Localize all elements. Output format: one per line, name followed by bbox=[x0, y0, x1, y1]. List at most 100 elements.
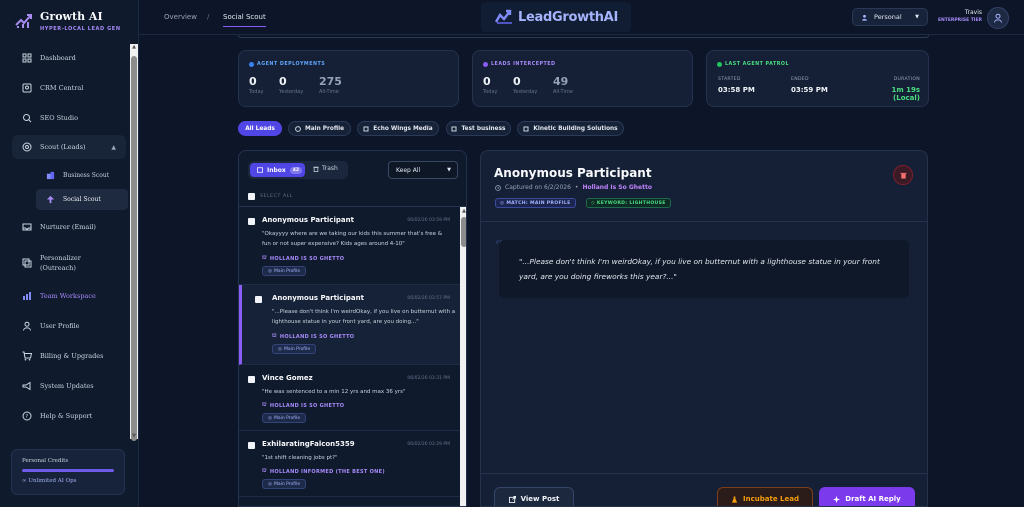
card-title-text: LAST AGENT PATROL bbox=[725, 62, 790, 67]
lead-quote: "...Please don't think I'm weirdOkay, if… bbox=[499, 240, 909, 298]
sidebar-subitem-business-scout[interactable]: Business Scout bbox=[36, 165, 128, 186]
item-checkbox[interactable] bbox=[248, 376, 255, 383]
collapsed-panel-edge bbox=[238, 35, 929, 38]
user-name: Travis bbox=[964, 9, 982, 16]
detail-group[interactable]: Holland Is So Ghetto bbox=[582, 184, 652, 191]
select-all-row[interactable]: SELECT ALL bbox=[248, 193, 293, 200]
scrollbar-thumb[interactable] bbox=[461, 217, 466, 247]
select-all-label: SELECT ALL bbox=[260, 194, 294, 199]
stat-yesterday: 0 Yesterday bbox=[513, 75, 537, 95]
sidebar-item-system-updates[interactable]: System Updates bbox=[12, 374, 126, 398]
item-checkbox[interactable] bbox=[255, 296, 262, 303]
sidebar-item-help-support[interactable]: ? Help & Support bbox=[12, 404, 126, 428]
logo-text: LeadGrowthAI bbox=[518, 9, 618, 25]
trash-icon bbox=[313, 166, 319, 172]
sidebar-item-dashboard[interactable]: Dashboard bbox=[12, 46, 126, 70]
stat-value: 0 bbox=[483, 75, 491, 88]
item-checkbox[interactable] bbox=[248, 442, 255, 449]
cart-icon bbox=[22, 351, 32, 361]
scrollbar-thumb[interactable] bbox=[131, 56, 137, 441]
account-selector[interactable]: Personal ▼ bbox=[852, 8, 928, 26]
incubate-lead-button[interactable]: Incubate Lead bbox=[717, 487, 813, 506]
sidebar-item-crm-central[interactable]: CRM Central bbox=[12, 76, 126, 100]
sidebar-item-team-workspace[interactable]: Team Workspace bbox=[12, 284, 126, 308]
scroll-down-icon[interactable]: ▼ bbox=[131, 433, 137, 439]
sidebar-item-nurturer-email[interactable]: Nurturer (Email) bbox=[12, 215, 126, 239]
breadcrumb-overview[interactable]: Overview bbox=[164, 13, 197, 21]
filter-echo-wings-media[interactable]: Echo Wings Media bbox=[357, 121, 439, 136]
list-item[interactable]: Vince Gomez 06/02/26 03:31 PM "He was se… bbox=[239, 365, 460, 431]
filter-label: Main Profile bbox=[304, 125, 345, 132]
item-profile-label: Main Profile bbox=[273, 268, 301, 274]
filter-label: Test business bbox=[461, 125, 506, 132]
keep-filter-select[interactable]: Keep All ▼ bbox=[388, 161, 458, 179]
target-icon: ◎ bbox=[268, 415, 272, 421]
card-title-text: AGENT DEPLOYMENTS bbox=[257, 62, 326, 67]
sidebar: Growth AI HYPER-LOCAL LEAD GEN Dashboard… bbox=[0, 0, 139, 507]
tag-keyword: ◇ KEYWORD: LIGHTHOUSE bbox=[586, 198, 671, 208]
credits-label: Personal Credits bbox=[22, 458, 69, 464]
item-name: ExhilaratingFalcon5359 bbox=[262, 440, 355, 448]
stat-label: Yesterday bbox=[279, 89, 304, 95]
sidebar-item-user-profile[interactable]: User Profile bbox=[12, 314, 126, 338]
list-item-selected[interactable]: Anonymous Participant 06/02/26 03:57 PM … bbox=[239, 285, 460, 365]
scroll-up-icon[interactable]: ▲ bbox=[131, 44, 137, 50]
avatar[interactable] bbox=[987, 7, 1009, 29]
sidebar-item-label: User Profile bbox=[40, 322, 80, 330]
sidebar-item-label: System Updates bbox=[40, 382, 94, 390]
draft-ai-reply-button[interactable]: Draft AI Reply bbox=[819, 487, 915, 506]
stat-value: 0 bbox=[513, 75, 521, 88]
filter-all-leads[interactable]: All Leads bbox=[238, 121, 282, 136]
external-link-icon bbox=[508, 495, 516, 503]
stat-label: Today bbox=[483, 89, 498, 95]
list-item[interactable]: Anonymous Participant 06/02/26 03:59 PM … bbox=[239, 207, 460, 285]
brand[interactable]: Growth AI HYPER-LOCAL LEAD GEN bbox=[14, 10, 121, 32]
target-icon bbox=[22, 142, 32, 152]
group-icon: ⛫ bbox=[272, 333, 277, 339]
growth-chart-icon bbox=[15, 14, 32, 28]
list-item[interactable]: ExhilaratingFalcon5359 06/02/26 03:29 PM… bbox=[239, 431, 460, 497]
filter-label: Echo Wings Media bbox=[373, 125, 433, 132]
sidebar-scrollbar[interactable]: ▲ ▼ bbox=[130, 44, 138, 441]
incubate-lead-label: Incubate Lead bbox=[743, 495, 799, 503]
view-post-button[interactable]: View Post bbox=[494, 487, 574, 506]
card-title: LEADS INTERCEPTED bbox=[483, 62, 556, 67]
patrol-value: 1m 19s (Local) bbox=[891, 86, 920, 102]
select-all-checkbox[interactable] bbox=[248, 193, 255, 200]
building-icon bbox=[46, 171, 55, 180]
breadcrumb-social-scout[interactable]: Social Scout bbox=[223, 13, 266, 27]
item-checkbox[interactable] bbox=[248, 218, 255, 225]
sidebar-subitem-social-scout[interactable]: Social Scout bbox=[36, 189, 128, 210]
inbox-tab[interactable]: Inbox 42 bbox=[250, 163, 305, 177]
sidebar-item-billing[interactable]: Billing & Upgrades bbox=[12, 344, 126, 368]
filter-test-business[interactable]: Test business bbox=[446, 121, 511, 136]
app-root: Growth AI HYPER-LOCAL LEAD GEN Dashboard… bbox=[0, 0, 1024, 507]
sidebar-item-label: CRM Central bbox=[40, 84, 84, 92]
patrol-key: ENDED bbox=[791, 77, 809, 82]
scroll-up-icon[interactable]: ▲ bbox=[461, 208, 466, 214]
chevron-up-icon[interactable]: ▲ bbox=[111, 144, 116, 151]
list-scrollbar[interactable]: ▲ bbox=[460, 207, 466, 506]
inbox-label: Inbox bbox=[267, 166, 286, 174]
sidebar-item-label: Team Workspace bbox=[40, 292, 96, 300]
center-logo[interactable]: LeadGrowthAI bbox=[481, 2, 631, 32]
robot-icon bbox=[249, 62, 254, 67]
filter-main-profile[interactable]: Main Profile bbox=[288, 121, 351, 136]
trash-tab[interactable]: Trash bbox=[313, 165, 338, 172]
sidebar-item-seo-studio[interactable]: SEO Studio bbox=[12, 106, 126, 130]
target-icon: ◎ bbox=[500, 200, 505, 206]
delete-lead-button[interactable] bbox=[893, 165, 913, 185]
megaphone-icon bbox=[46, 195, 55, 204]
stat-today: 0 Today bbox=[249, 75, 263, 95]
detail-meta: Captured on 6/2/2026 • Holland Is So Ghe… bbox=[495, 184, 652, 191]
stat-all-time: 275 All-Time bbox=[319, 75, 342, 95]
draft-ai-reply-label: Draft AI Reply bbox=[845, 495, 901, 503]
sidebar-item-label: Personalizer (Outreach) bbox=[40, 254, 81, 272]
sidebar-item-personalizer[interactable]: Personalizer (Outreach) bbox=[12, 248, 126, 278]
sidebar-item-scout-leads[interactable]: Scout (Leads) ▲ bbox=[12, 135, 126, 159]
group-icon: ⛫ bbox=[262, 402, 267, 408]
copy-icon bbox=[22, 258, 32, 268]
lead-detail-panel: Anonymous Participant Captured on 6/2/20… bbox=[480, 150, 928, 507]
tag-keyword-label: KEYWORD: LIGHTHOUSE bbox=[596, 200, 666, 206]
filter-kinetic-building-solutions[interactable]: Kinetic Building Solutions bbox=[517, 121, 624, 136]
